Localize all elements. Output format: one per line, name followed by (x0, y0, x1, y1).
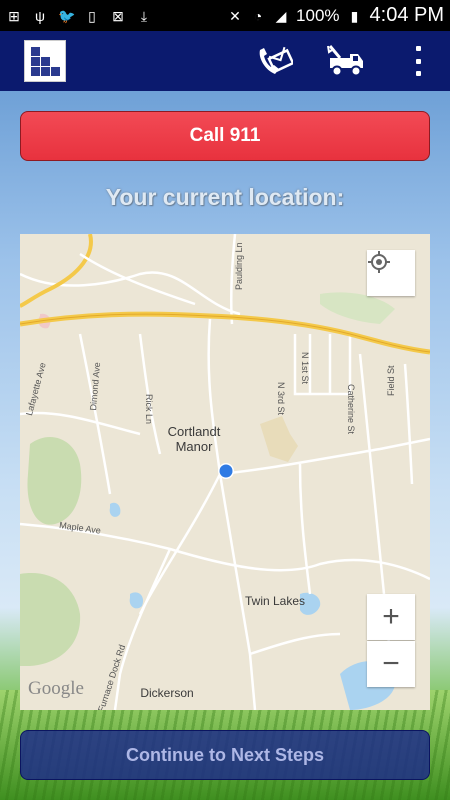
status-bar: ⊞ ψ 🐦 ▯ ⊠ ⤓ ✕ ◔ ◢ 100% ▮ 4:04 PM (0, 0, 450, 31)
lake-label: Twin Lakes (244, 594, 306, 608)
street-label: N 3rd St (276, 382, 286, 416)
call-911-button[interactable]: Call 911 (20, 111, 430, 161)
action-bar (0, 31, 450, 91)
plus-notification-icon: ⊞ (8, 7, 20, 24)
sd-card-icon: ▯ (88, 7, 96, 24)
street-label: Paulding Ln (234, 242, 244, 290)
place-label-cortlandt-manor: Cortlandt Manor (167, 424, 221, 454)
street-label: N 1st St (300, 352, 310, 385)
app-logo[interactable] (24, 40, 66, 82)
location-heading: Your current location: (105, 184, 345, 210)
area-label: Dickerson (140, 686, 194, 700)
my-location-button[interactable] (367, 250, 415, 296)
signal-icon: ◢ (275, 7, 287, 24)
google-attribution[interactable]: Google (28, 678, 84, 700)
zoom-in-button[interactable]: + (367, 594, 415, 640)
crosshair-icon (368, 251, 390, 273)
map-view[interactable]: Paulding Ln N 3rd St N 1st St Lafayette … (20, 234, 430, 710)
wifi-icon: ◔ (253, 7, 263, 24)
battery-icon: ▮ (350, 7, 359, 24)
tow-truck-button[interactable] (326, 43, 366, 79)
continue-next-steps-button[interactable]: Continue to Next Steps (20, 730, 430, 780)
clock: 4:04 PM (369, 4, 444, 26)
phone-envelope-icon (259, 46, 293, 74)
battery-percent: 100% (296, 5, 340, 25)
download-icon: ⤓ (140, 7, 148, 24)
street-label: Field St (386, 365, 396, 396)
usb-icon: ψ (35, 7, 45, 24)
zoom-out-button[interactable]: − (367, 641, 415, 687)
mute-icon: ✕ (229, 7, 241, 24)
twitter-icon: 🐦 (58, 7, 76, 24)
excel-icon: ⊠ (112, 7, 124, 24)
phone-mail-button[interactable] (255, 43, 295, 79)
street-label: Catherine St (346, 384, 356, 435)
overflow-menu-icon[interactable] (416, 46, 422, 76)
tow-truck-icon (327, 45, 363, 77)
street-label: Rick Ln (144, 394, 154, 425)
